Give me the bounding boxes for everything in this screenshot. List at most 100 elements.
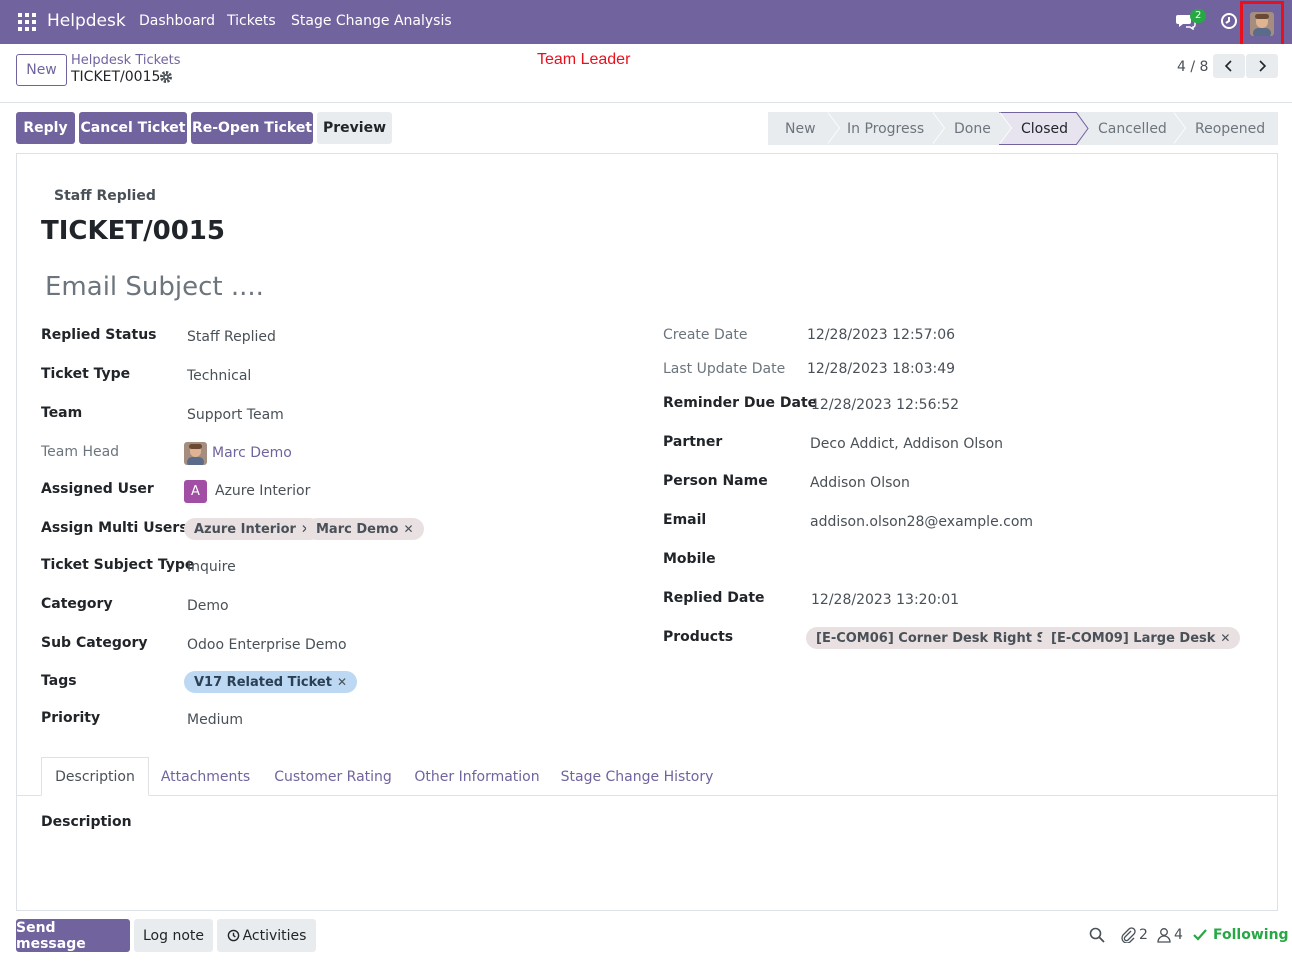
statusbar: Reply Cancel Ticket Re-Open Ticket Previ… — [0, 104, 1292, 154]
new-record-button[interactable]: New — [16, 54, 67, 86]
stage-label: Reopened — [1195, 120, 1266, 137]
last-update-value: 12/28/2023 18:03:49 — [807, 361, 956, 377]
stage-new[interactable]: New — [768, 112, 840, 145]
menu-dashboard[interactable]: Dashboard — [139, 13, 215, 29]
user-avatar[interactable] — [1250, 12, 1274, 36]
sub-category-value[interactable]: Odoo Enterprise Demo — [187, 637, 347, 653]
stage-cancelled[interactable]: Cancelled — [1076, 112, 1186, 145]
activities-button[interactable]: Activities — [217, 919, 316, 952]
team-head-link[interactable]: Marc Demo — [212, 445, 292, 461]
description-field-label: Description — [41, 814, 132, 830]
tab-description[interactable]: Description — [41, 757, 149, 796]
reopen-ticket-button[interactable]: Re-Open Ticket — [191, 112, 313, 144]
assigned-user-label: Assigned User — [41, 481, 154, 497]
ticket-type-value[interactable]: Technical — [187, 368, 251, 384]
stage-label: Done — [954, 120, 991, 137]
email-subject-input[interactable]: Email Subject .... — [45, 272, 264, 302]
category-label: Category — [41, 596, 113, 612]
team-leader-annotation: Team Leader — [537, 51, 631, 68]
status-label: Staff Replied — [54, 188, 156, 204]
reminder-due-value[interactable]: 12/28/2023 12:56:52 — [811, 397, 959, 413]
cancel-ticket-button[interactable]: Cancel Ticket — [79, 112, 187, 144]
log-note-button[interactable]: Log note — [134, 919, 213, 952]
tag-label: [E-COM06] Corner Desk Right Sit — [816, 630, 1057, 646]
last-update-label: Last Update Date — [663, 361, 786, 377]
products-label: Products — [663, 629, 734, 645]
chat-count-badge: 2 — [1190, 9, 1207, 23]
partner-value[interactable]: Deco Addict, Addison Olson — [810, 436, 1003, 452]
team-label: Team — [41, 405, 83, 421]
search-icon[interactable] — [1089, 927, 1105, 943]
remove-tag-icon[interactable]: ✕ — [403, 522, 413, 536]
tab-other-information[interactable]: Other Information — [410, 757, 544, 796]
multi-user-tag[interactable]: Marc Demo ✕ — [306, 518, 424, 540]
pager-next-button[interactable] — [1246, 54, 1278, 78]
stage-label: Cancelled — [1098, 120, 1167, 137]
send-message-button[interactable]: Send message — [16, 919, 130, 952]
menu-tickets[interactable]: Tickets — [227, 13, 276, 29]
category-value[interactable]: Demo — [187, 598, 229, 614]
ticket-subject-type-value[interactable]: Inquire — [187, 559, 236, 575]
activity-clock-icon[interactable] — [1220, 12, 1238, 30]
partner-label: Partner — [663, 434, 723, 450]
top-navbar: Helpdesk Dashboard Tickets Stage Change … — [0, 0, 1292, 47]
following-button[interactable]: Following — [1193, 927, 1289, 943]
tab-customer-rating[interactable]: Customer Rating — [271, 757, 395, 796]
tab-stage-change-history[interactable]: Stage Change History — [560, 757, 714, 796]
gear-icon[interactable] — [159, 70, 173, 84]
replied-status-value[interactable]: Staff Replied — [187, 329, 276, 345]
pager-value[interactable]: 4 / 8 — [1177, 59, 1208, 75]
tag-label: V17 Related Ticket — [194, 674, 332, 690]
product-tag[interactable]: [E-COM09] Large Desk ✕ — [1041, 627, 1241, 649]
mobile-input[interactable] — [810, 553, 1110, 571]
replied-status-label: Replied Status — [41, 327, 157, 343]
ticket-subject-type-label: Ticket Subject Type — [41, 557, 195, 573]
create-date-value: 12/28/2023 12:57:06 — [807, 327, 956, 343]
email-value[interactable]: addison.olson28@example.com — [810, 514, 1033, 530]
tag-label: Azure Interior — [194, 521, 296, 537]
attachments-count: 2 — [1139, 927, 1148, 943]
mobile-label: Mobile — [663, 551, 716, 567]
priority-label: Priority — [41, 710, 101, 726]
remove-tag-icon[interactable]: ✕ — [337, 675, 347, 689]
followers-counter[interactable]: 4 — [1157, 927, 1183, 943]
stage-label: New — [785, 120, 816, 137]
stage-in-progress[interactable]: In Progress — [827, 112, 945, 145]
apps-grid-icon[interactable] — [18, 13, 36, 31]
pager-previous-button[interactable] — [1213, 54, 1245, 78]
assigned-user-avatar: A — [184, 480, 207, 503]
email-label: Email — [663, 512, 707, 528]
team-head-avatar — [184, 442, 207, 465]
reply-button[interactable]: Reply — [16, 112, 75, 144]
clock-icon — [227, 929, 239, 942]
ticket-type-label: Ticket Type — [41, 366, 131, 382]
assigned-user-value[interactable]: Azure Interior — [215, 483, 310, 499]
tags-label: Tags — [41, 673, 77, 689]
check-icon — [1193, 929, 1207, 941]
breadcrumb-parent[interactable]: Helpdesk Tickets — [71, 53, 181, 68]
ticket-number-title[interactable]: TICKET/0015 — [41, 216, 225, 246]
preview-button[interactable]: Preview — [317, 112, 392, 144]
following-label: Following — [1213, 927, 1289, 943]
assign-multi-users-label: Assign Multi Users — [41, 520, 188, 536]
replied-date-value[interactable]: 12/28/2023 13:20:01 — [811, 592, 959, 608]
paperclip-icon — [1121, 927, 1136, 943]
tab-attachments[interactable]: Attachments — [157, 757, 254, 796]
attachments-counter[interactable]: 2 — [1120, 927, 1148, 943]
person-name-value[interactable]: Addison Olson — [810, 475, 910, 491]
person-name-label: Person Name — [663, 473, 768, 489]
menu-stage-change-analysis[interactable]: Stage Change Analysis — [291, 13, 452, 29]
stage-label: Closed — [1021, 120, 1069, 137]
multi-user-tag[interactable]: Azure Interior✕ — [184, 518, 322, 540]
stage-arrow — [1076, 112, 1089, 145]
reminder-due-label: Reminder Due Date — [663, 395, 818, 411]
user-avatar-highlight[interactable] — [1240, 1, 1284, 47]
stage-reopened[interactable]: Reopened — [1173, 112, 1278, 145]
team-value[interactable]: Support Team — [187, 407, 284, 423]
followers-count: 4 — [1174, 927, 1183, 943]
remove-tag-icon[interactable]: ✕ — [1220, 631, 1230, 645]
stage-label: In Progress — [847, 120, 925, 137]
ticket-tag[interactable]: V17 Related Ticket ✕ — [184, 671, 358, 693]
priority-value[interactable]: Medium — [187, 712, 243, 728]
app-brand[interactable]: Helpdesk — [47, 11, 126, 31]
